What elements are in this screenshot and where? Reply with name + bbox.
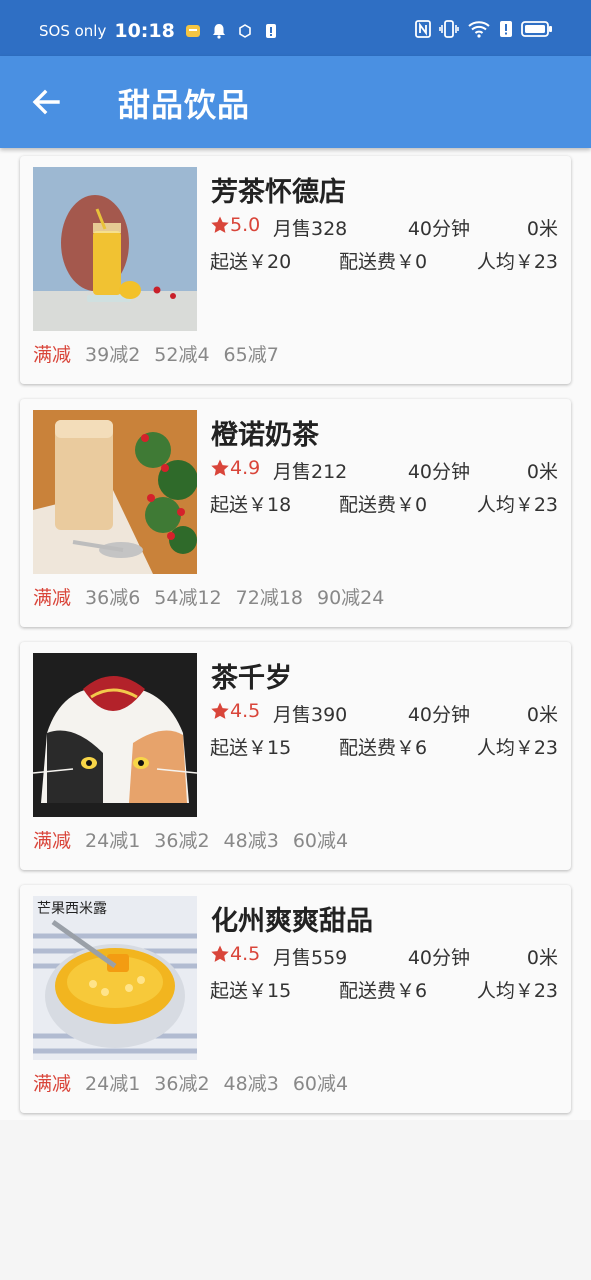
shop-name: 橙诺奶茶 bbox=[211, 420, 319, 451]
min-order: 起送￥20 bbox=[210, 251, 292, 273]
shop-card[interactable]: 橙诺奶茶 4.9 月售212 40分钟 0米 起送￥18 配送费￥0 人均￥23… bbox=[20, 399, 571, 627]
star-icon bbox=[211, 702, 229, 719]
monthly-sales: 月售328 bbox=[273, 218, 348, 240]
delivery-fee: 配送费￥6 bbox=[339, 737, 428, 759]
image-caption: 芒果西米露 bbox=[37, 901, 107, 917]
clock: 10:18 bbox=[114, 20, 175, 42]
shop-image bbox=[33, 167, 197, 331]
delivery-time: 40分钟 bbox=[407, 218, 470, 240]
promo-label: 满减 bbox=[33, 344, 72, 366]
promo-row: 满减 39减2 52减4 65减7 bbox=[33, 340, 279, 367]
app-bar: 甜品饮品 bbox=[0, 56, 591, 148]
promo-item: 60减4 bbox=[292, 1073, 349, 1095]
promo-item: 36减2 bbox=[154, 1073, 210, 1095]
delivery-fee: 配送费￥0 bbox=[339, 494, 428, 516]
delivery-fee: 配送费￥0 bbox=[339, 251, 428, 273]
promo-item: 24减1 bbox=[85, 830, 141, 852]
rating: 5.0 bbox=[230, 214, 261, 236]
monthly-sales: 月售559 bbox=[273, 947, 348, 969]
monthly-sales: 月售390 bbox=[273, 704, 348, 726]
rating: 4.5 bbox=[230, 700, 261, 722]
promo-item: 24减1 bbox=[85, 1073, 141, 1095]
rating: 4.9 bbox=[230, 457, 261, 479]
delivery-time: 40分钟 bbox=[407, 704, 470, 726]
shop-name: 化州爽爽甜品 bbox=[211, 906, 373, 937]
shop-image: 芒果西米露 bbox=[33, 896, 197, 1060]
min-order: 起送￥15 bbox=[210, 980, 292, 1002]
delivery-time: 40分钟 bbox=[407, 947, 470, 969]
promo-label: 满减 bbox=[33, 830, 72, 852]
box-icon bbox=[239, 24, 251, 38]
delivery-time: 40分钟 bbox=[407, 461, 470, 483]
shop-list: 芳茶怀德店 5.0 月售328 40分钟 0米 起送￥20 配送费￥0 人均￥2… bbox=[0, 148, 591, 1120]
promo-label: 满减 bbox=[33, 1073, 72, 1095]
alert-icon bbox=[265, 24, 276, 38]
promo-item: 48减3 bbox=[223, 1073, 279, 1095]
distance: 0米 bbox=[526, 461, 558, 483]
battery-icon bbox=[521, 21, 552, 37]
bell-icon bbox=[212, 24, 225, 39]
promo-item: 39减2 bbox=[85, 344, 141, 366]
notification-app-icon bbox=[185, 25, 200, 37]
star-icon bbox=[211, 216, 229, 233]
monthly-sales: 月售212 bbox=[273, 461, 348, 483]
carrier-text: SOS only bbox=[39, 22, 107, 40]
shop-image bbox=[33, 653, 197, 817]
promo-item: 60减4 bbox=[292, 830, 349, 852]
avg-price: 人均￥23 bbox=[476, 494, 558, 516]
promo-row: 满减 24减1 36减2 48减3 60减4 bbox=[33, 1069, 348, 1096]
promo-item: 65减7 bbox=[223, 344, 279, 366]
wifi-icon bbox=[468, 21, 490, 38]
avg-price: 人均￥23 bbox=[476, 980, 558, 1002]
min-order: 起送￥15 bbox=[210, 737, 292, 759]
delivery-fee: 配送费￥6 bbox=[339, 980, 428, 1002]
star-icon bbox=[211, 459, 229, 476]
promo-item: 36减6 bbox=[85, 587, 141, 609]
shop-name: 茶千岁 bbox=[211, 663, 292, 694]
avg-price: 人均￥23 bbox=[476, 251, 558, 273]
promo-item: 90减24 bbox=[317, 587, 385, 609]
avg-price: 人均￥23 bbox=[476, 737, 558, 759]
shop-image bbox=[33, 410, 197, 574]
promo-item: 52减4 bbox=[154, 344, 210, 366]
distance: 0米 bbox=[526, 218, 558, 240]
rating: 4.5 bbox=[230, 943, 261, 965]
shop-name: 芳茶怀德店 bbox=[211, 177, 346, 208]
sim-alert-icon bbox=[500, 21, 512, 37]
promo-row: 满减 36减6 54减12 72减18 90减24 bbox=[33, 583, 384, 610]
nfc-icon bbox=[415, 20, 431, 38]
shop-card[interactable]: 茶千岁 4.5 月售390 40分钟 0米 起送￥15 配送费￥6 人均￥23 … bbox=[20, 642, 571, 870]
promo-item: 48减3 bbox=[223, 830, 279, 852]
page-title: 甜品饮品 bbox=[118, 86, 251, 124]
star-icon bbox=[211, 945, 229, 962]
distance: 0米 bbox=[526, 947, 558, 969]
promo-item: 72减18 bbox=[235, 587, 303, 609]
promo-item: 36减2 bbox=[154, 830, 210, 852]
vibrate-icon bbox=[439, 20, 459, 38]
promo-row: 满减 24减1 36减2 48减3 60减4 bbox=[33, 826, 348, 853]
distance: 0米 bbox=[526, 704, 558, 726]
status-bar: SOS only 10:18 bbox=[0, 0, 591, 56]
min-order: 起送￥18 bbox=[210, 494, 292, 516]
shop-card[interactable]: 芒果西米露 化州爽爽甜品 4.5 月售559 40分钟 0米 起送￥15 配送费… bbox=[20, 885, 571, 1113]
promo-label: 满减 bbox=[33, 587, 72, 609]
shop-card[interactable]: 芳茶怀德店 5.0 月售328 40分钟 0米 起送￥20 配送费￥0 人均￥2… bbox=[20, 156, 571, 384]
promo-item: 54减12 bbox=[154, 587, 222, 609]
back-arrow-icon[interactable] bbox=[28, 84, 64, 120]
